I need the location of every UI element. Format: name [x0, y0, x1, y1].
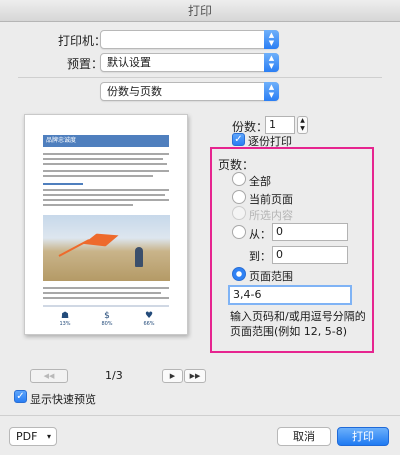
- preview-heading: 品牌忠诚度: [43, 135, 169, 147]
- child-shape: [135, 247, 143, 267]
- separator: [18, 77, 382, 78]
- kite-tail-shape: [58, 239, 90, 257]
- page-preview: 品牌忠诚度 ☗ 13% $80% ♥ 66%: [24, 114, 188, 335]
- window-title: 打印: [187, 4, 212, 18]
- window-titlebar: 打印: [0, 0, 400, 22]
- preview-text-line: [43, 204, 133, 206]
- pages-from-value: 0: [276, 225, 283, 238]
- preview-text-line: [43, 158, 163, 160]
- printer-label: 打印机：: [58, 34, 107, 48]
- cancel-button[interactable]: 取消: [277, 427, 331, 446]
- copies-input[interactable]: 1: [265, 116, 295, 134]
- last-page-button[interactable]: ▶▶: [184, 369, 206, 383]
- last-page-icon: ▶▶: [189, 372, 201, 380]
- print-label: 打印: [352, 430, 374, 443]
- preview-stat: ♥ 66%: [143, 311, 155, 327]
- pdf-label: PDF: [16, 430, 38, 443]
- preview-photo: [43, 215, 170, 281]
- presets-select[interactable]: 默认设置 ▲ ▼: [100, 53, 279, 72]
- preview-text-line: [43, 297, 169, 299]
- first-page-icon: ◀◀: [43, 372, 55, 380]
- first-page-button[interactable]: ◀◀: [30, 369, 68, 383]
- preview-text-line: [43, 199, 169, 201]
- pages-current-label: 当前页面: [249, 193, 293, 206]
- preview-text-line: [43, 175, 153, 177]
- copies-stepper[interactable]: ▲ ▼: [297, 116, 308, 134]
- preview-text-line: [43, 170, 169, 172]
- pdf-menu-button[interactable]: PDF ▾: [9, 427, 57, 446]
- pages-selection-radio[interactable]: [232, 206, 246, 220]
- pages-range-input[interactable]: 3,4-6: [228, 285, 352, 305]
- preview-text-line: [43, 153, 169, 155]
- popup-arrows-icon: ▲ ▼: [264, 53, 279, 72]
- footer-separator: [0, 415, 400, 416]
- copies-value: 1: [269, 118, 276, 131]
- presets-label: 预置：: [67, 57, 104, 71]
- page-indicator: 1/3: [105, 369, 123, 382]
- panel-select[interactable]: 份数与页数 ▲ ▼: [100, 82, 279, 101]
- next-page-button[interactable]: ▶: [162, 369, 183, 383]
- preview-text-line: [43, 292, 161, 294]
- preview-text-line: [43, 189, 169, 191]
- preview-stat: $80%: [101, 311, 113, 327]
- pages-from-radio[interactable]: [232, 225, 246, 239]
- pages-range-label: 页面范围: [249, 270, 293, 283]
- preview-subheading: [43, 183, 83, 185]
- pages-range-hint: 输入页码和/或用逗号分隔的页面范围(例如 12, 5-8): [230, 310, 366, 338]
- next-page-icon: ▶: [169, 372, 176, 380]
- preview-stats-rule: [43, 305, 169, 307]
- pages-to-label: 到：: [249, 250, 271, 263]
- preview-stat: ☗ 13%: [59, 311, 71, 327]
- pages-label: 页数：: [218, 158, 255, 172]
- pages-to-input[interactable]: 0: [272, 246, 348, 264]
- popup-arrows-icon: ▲ ▼: [264, 30, 279, 49]
- pages-from-input[interactable]: 0: [272, 223, 348, 241]
- pages-selection-label: 所选内容: [249, 209, 293, 222]
- pages-current-radio[interactable]: [232, 190, 246, 204]
- cancel-label: 取消: [293, 430, 315, 443]
- pages-to-value: 0: [276, 248, 283, 261]
- preview-text-line: [43, 287, 169, 289]
- preview-text-line: [43, 194, 165, 196]
- printer-select[interactable]: ▲ ▼: [100, 30, 279, 49]
- popup-arrows-icon: ▲ ▼: [264, 82, 279, 101]
- quick-preview-checkbox[interactable]: ✓: [14, 390, 27, 403]
- chevron-down-icon: ▾: [46, 432, 51, 441]
- panel-value: 份数与页数: [107, 85, 162, 98]
- preview-text-line: [43, 163, 167, 165]
- pages-range-value: 3,4-6: [233, 288, 262, 301]
- pages-all-radio[interactable]: [232, 172, 246, 186]
- pages-all-label: 全部: [249, 175, 271, 188]
- quick-preview-label: 显示快速预览: [30, 393, 96, 406]
- print-button[interactable]: 打印: [337, 427, 389, 446]
- pages-from-label: 从：: [249, 228, 271, 241]
- presets-value: 默认设置: [107, 56, 151, 69]
- collate-checkbox[interactable]: ✓: [232, 133, 245, 146]
- pages-range-radio[interactable]: [232, 267, 246, 281]
